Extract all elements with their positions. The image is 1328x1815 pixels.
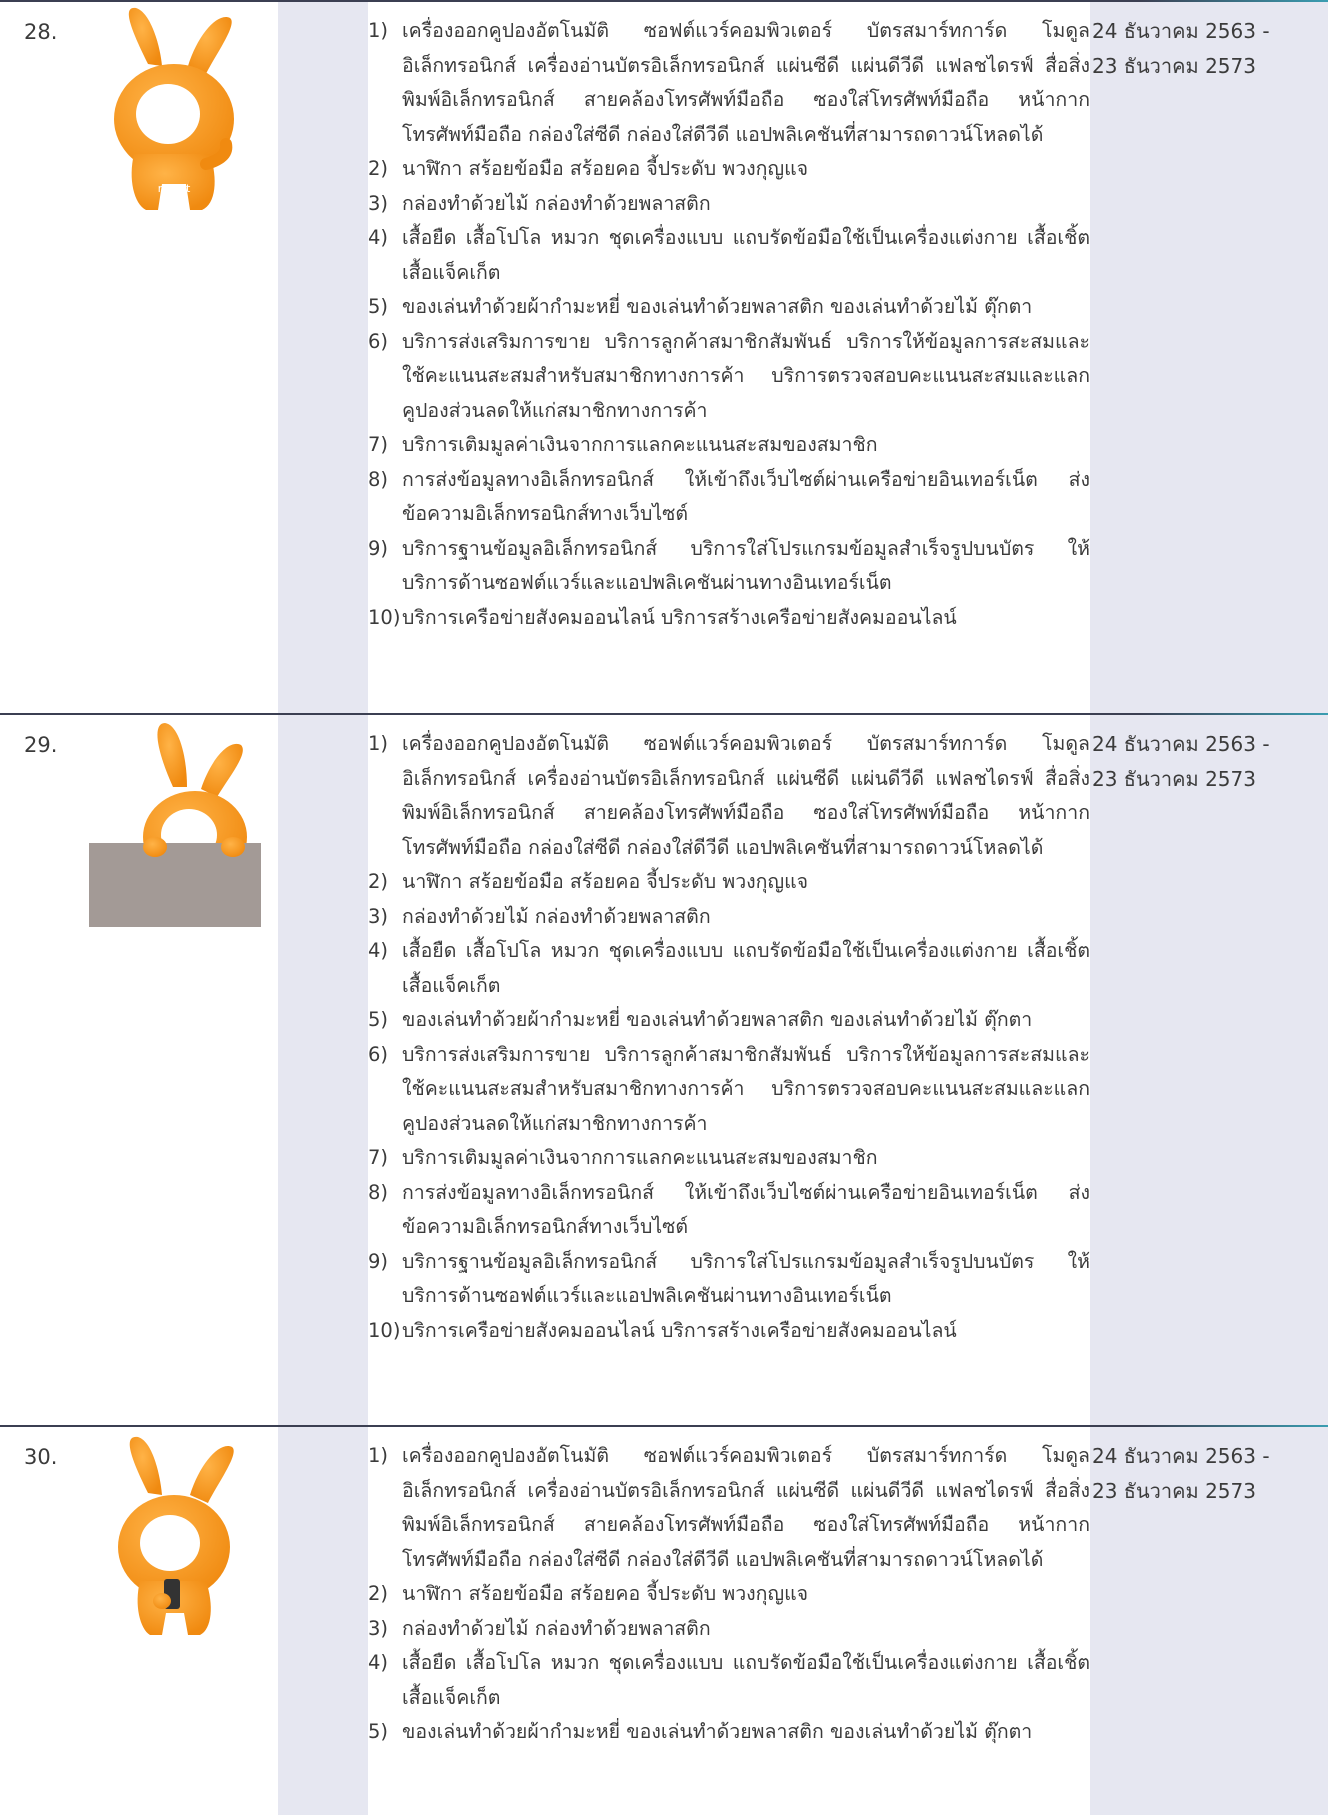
- list-item: 7) บริการเติมมูลค่าเงินจากการแลกคะแนนสะสม…: [368, 1146, 878, 1169]
- table-row: 29. 1) เครื่องออกคูปองอัตโนมัติ ซอฟต์แวร์…: [0, 713, 1328, 1425]
- list-item: 6) บริการส่งเสริมการขาย บริการลูกค้าสมาชิ…: [368, 329, 1090, 422]
- list-item: 3) กล่องทำด้วยไม้ กล่องทำด้วยพลาสติก: [368, 191, 711, 215]
- registration-period: 24 ธันวาคม 2563 - 23 ธันวาคม 2573: [1092, 1439, 1270, 1508]
- registration-period: 24 ธันวาคม 2563 - 23 ธันวาคม 2573: [1092, 14, 1270, 83]
- list-item: 7) บริการเติมมูลค่าเงินจากการแลกคะแนนสะสม…: [368, 433, 878, 456]
- row-divider: [0, 713, 1328, 715]
- rabbit-waving-icon: rabbit: [114, 7, 234, 210]
- list-item: 8) การส่งข้อมูลทางอิเล็กทรอนิกส์ ให้เข้าถ…: [368, 1180, 1090, 1239]
- rabbit-holding-phone-icon: [118, 1436, 234, 1635]
- list-item: 4) เสื้อยืด เสื้อโปโล หมวก ชุดเครื่องแบบ …: [368, 1651, 1090, 1709]
- rabbit-holding-sign-icon: [89, 723, 261, 927]
- list-item: 5) ของเล่นทำด้วยผ้ากำมะหยี่ ของเล่นทำด้วย…: [368, 1008, 1033, 1031]
- list-item: 9) บริการฐานข้อมูลอิเล็กทรอนิกส์ บริการใส…: [368, 536, 1090, 595]
- list-item: 1) เครื่องออกคูปองอัตโนมัติ ซอฟต์แวร์คอมพ…: [368, 732, 1090, 859]
- list-item: 3) กล่องทำด้วยไม้ กล่องทำด้วยพลาสติก: [368, 1616, 711, 1640]
- list-item: 2) นาฬิกา สร้อยข้อมือ สร้อยคอ จี้ประดับ พ…: [368, 1582, 809, 1605]
- date-start: 24 ธันวาคม 2563 -: [1092, 1444, 1270, 1468]
- table-row: 30. 1) เครื่องออกคูปองอัตโนมัติ ซอฟต์แวร์…: [0, 1425, 1328, 1815]
- list-item: 8) การส่งข้อมูลทางอิเล็กทรอนิกส์ ให้เข้าถ…: [368, 467, 1090, 526]
- date-end: 23 ธันวาคม 2573: [1092, 766, 1256, 791]
- table-row: 28. rabbit 1) เครื่องออกคูปองอัตโนมัติ ซอ…: [0, 0, 1328, 713]
- row-number: 29.: [24, 733, 58, 757]
- list-item: 10) บริการเครือข่ายสังคมออนไลน์ บริการสร้…: [368, 1318, 957, 1342]
- list-item: 2) นาฬิกา สร้อยข้อมือ สร้อยคอ จี้ประดับ พ…: [368, 157, 809, 180]
- list-item: 9) บริการฐานข้อมูลอิเล็กทรอนิกส์ บริการใส…: [368, 1249, 1090, 1308]
- list-item: 5) ของเล่นทำด้วยผ้ากำมะหยี่ ของเล่นทำด้วย…: [368, 295, 1033, 318]
- goods-list: 1) เครื่องออกคูปองอัตโนมัติ ซอฟต์แวร์คอมพ…: [368, 1439, 1090, 1750]
- list-item: 6) บริการส่งเสริมการขาย บริการลูกค้าสมาชิ…: [368, 1042, 1090, 1135]
- date-start: 24 ธันวาคม 2563 -: [1092, 19, 1270, 43]
- list-item: 3) กล่องทำด้วยไม้ กล่องทำด้วยพลาสติก: [368, 904, 711, 928]
- list-item: 1) เครื่องออกคูปองอัตโนมัติ ซอฟต์แวร์คอมพ…: [368, 19, 1090, 146]
- goods-list: 1) เครื่องออกคูปองอัตโนมัติ ซอฟต์แวร์คอมพ…: [368, 14, 1090, 635]
- list-item: 4) เสื้อยืด เสื้อโปโล หมวก ชุดเครื่องแบบ …: [368, 939, 1090, 997]
- list-item: 5) ของเล่นทำด้วยผ้ากำมะหยี่ ของเล่นทำด้วย…: [368, 1720, 1033, 1743]
- list-item: 4) เสื้อยืด เสื้อโปโล หมวก ชุดเครื่องแบบ …: [368, 226, 1090, 284]
- list-item: 10) บริการเครือข่ายสังคมออนไลน์ บริการสร้…: [368, 605, 957, 629]
- list-item: 1) เครื่องออกคูปองอัตโนมัติ ซอฟต์แวร์คอมพ…: [368, 1444, 1090, 1571]
- row-number: 28.: [24, 20, 58, 44]
- row-divider: [0, 0, 1328, 2]
- date-start: 24 ธันวาคม 2563 -: [1092, 732, 1270, 756]
- date-end: 23 ธันวาคม 2573: [1092, 1478, 1256, 1503]
- row-divider: [0, 1425, 1328, 1427]
- goods-list: 1) เครื่องออกคูปองอัตโนมัติ ซอฟต์แวร์คอมพ…: [368, 727, 1090, 1348]
- date-end: 23 ธันวาคม 2573: [1092, 53, 1256, 78]
- row-number: 30.: [24, 1445, 58, 1469]
- registration-period: 24 ธันวาคม 2563 - 23 ธันวาคม 2573: [1092, 727, 1270, 796]
- mascot-badge-text: rabbit: [158, 182, 191, 195]
- list-item: 2) นาฬิกา สร้อยข้อมือ สร้อยคอ จี้ประดับ พ…: [368, 870, 809, 893]
